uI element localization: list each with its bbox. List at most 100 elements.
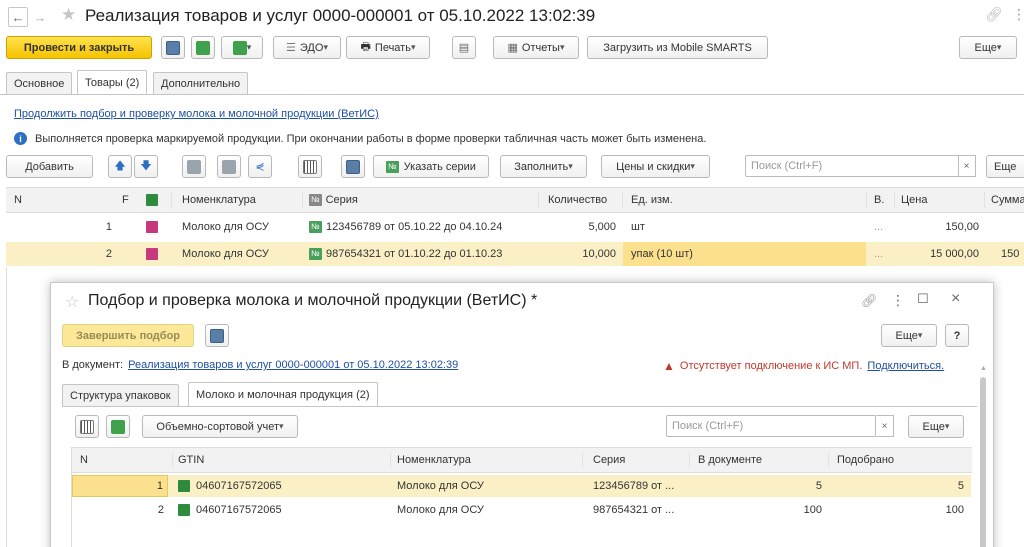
row-unit[interactable]: упак (10 шт) <box>623 242 866 266</box>
row-gtin-icon <box>178 499 192 521</box>
post-button[interactable] <box>191 36 215 59</box>
more-vertical-icon[interactable]: ⋮ <box>891 292 905 309</box>
col-price[interactable]: Цена <box>901 188 981 212</box>
dialog-search-input[interactable]: Поиск (Ctrl+F) <box>666 415 876 437</box>
marking-icon <box>146 194 158 206</box>
close-icon: × <box>881 420 888 432</box>
finish-picking-button[interactable]: Завершить подбор <box>62 324 194 347</box>
close-icon[interactable]: × <box>951 290 960 308</box>
reports-button[interactable]: ▦ Отчеты <box>493 36 579 59</box>
forward-button[interactable]: → <box>30 7 50 27</box>
close-icon: × <box>963 160 970 172</box>
col-qty[interactable]: Количество <box>548 188 618 212</box>
fill-button[interactable]: Заполнить <box>500 155 587 178</box>
connect-link[interactable]: Подключиться. <box>867 360 944 372</box>
col-unit[interactable]: Ед. изм. <box>631 188 731 212</box>
accounting-mode-button[interactable]: Объемно-сортовой учет <box>142 415 298 438</box>
arrow-right-icon: → <box>33 9 47 25</box>
tab-package-structure[interactable]: Структура упаковок <box>62 384 179 406</box>
row-gtin: 04607167572065 <box>196 504 282 516</box>
continue-picking-link[interactable]: Продолжить подбор и проверку молока и мо… <box>14 108 379 120</box>
info-text: Выполняется проверка маркируемой продукц… <box>35 132 707 145</box>
save-icon <box>166 40 180 55</box>
tab-additional[interactable]: Дополнительно <box>153 72 249 94</box>
row-v: ... <box>874 248 884 260</box>
link-icon[interactable]: 🔗︎ <box>861 293 878 309</box>
col-nomenclature[interactable]: Номенклатура <box>182 188 297 212</box>
row-price: 150,00 <box>945 221 979 233</box>
gtin-icon <box>178 480 190 492</box>
row-unit: шт <box>631 221 645 233</box>
save-button[interactable] <box>161 36 185 59</box>
tab-goods[interactable]: Товары (2) <box>77 70 148 94</box>
dialog-save-button[interactable] <box>205 324 229 347</box>
share-button[interactable]: ⋞ <box>248 155 272 178</box>
row-n[interactable]: 1 <box>72 475 168 497</box>
col-series[interactable]: № Серия <box>309 188 529 212</box>
help-button[interactable]: ? <box>945 324 969 347</box>
maximize-icon[interactable]: ☐ <box>917 291 929 307</box>
dialog-scan-button[interactable] <box>106 415 130 438</box>
favorite-star-icon[interactable]: ★ <box>61 5 76 25</box>
goods-more-button[interactable]: Еще <box>986 155 1024 178</box>
row-mark <box>146 216 160 238</box>
table-row[interactable]: 1 04607167572065 Молоко для ОСУ 12345678… <box>72 475 971 497</box>
favorite-star-icon[interactable]: ☆ <box>65 292 79 312</box>
dialog-scrollbar[interactable]: ▲ <box>979 365 987 547</box>
set-series-button[interactable]: № Указать серии <box>373 155 489 178</box>
col-n[interactable]: N <box>80 448 110 472</box>
table-row[interactable]: 2 04607167572065 Молоко для ОСУ 98765432… <box>72 499 971 521</box>
dialog-barcode-button[interactable] <box>75 415 99 438</box>
link-icon[interactable]: 🔗︎ <box>985 6 1003 23</box>
goods-search-clear-button[interactable]: × <box>958 155 976 177</box>
move-down-button[interactable]: 🡇 <box>134 155 158 178</box>
post-and-close-button[interactable]: Провести и закрыть <box>6 36 152 59</box>
prices-discounts-button[interactable]: Цены и скидки <box>601 155 710 178</box>
check-button[interactable] <box>341 155 365 178</box>
row-series-icon: № <box>309 216 323 238</box>
scroll-up-icon[interactable]: ▲ <box>980 365 987 372</box>
dialog-search-clear-button[interactable]: × <box>876 415 894 437</box>
col-v[interactable]: В. <box>874 188 894 212</box>
col-gtin[interactable]: GTIN <box>178 448 298 472</box>
table-row[interactable]: 2 Молоко для ОСУ № 987654321 от 01.10.22… <box>6 242 1024 266</box>
row-in-document: 5 <box>815 480 822 492</box>
print-button[interactable]: 🖶︎ Печать <box>346 36 430 59</box>
scrollbar-thumb[interactable] <box>980 377 986 547</box>
back-button[interactable]: ← <box>8 7 28 27</box>
reports-label: Отчеты <box>521 41 560 54</box>
create-based-button[interactable] <box>221 36 263 59</box>
row-sum: 150 <box>1001 248 1020 260</box>
edo-button[interactable]: ☰ ЭДО <box>273 36 341 59</box>
row-n: 2 <box>105 248 112 260</box>
col-in-document[interactable]: В документе <box>698 448 798 472</box>
col-f[interactable]: F <box>122 188 136 212</box>
add-button[interactable]: Добавить <box>6 155 93 178</box>
col-n[interactable]: N <box>14 188 44 212</box>
copy-button[interactable] <box>182 155 206 178</box>
tab-milk-products[interactable]: Молоко и молочная продукция (2) <box>188 382 378 406</box>
row-in-document: 100 <box>803 504 822 516</box>
dialog-title: Подбор и проверка молока и молочной прод… <box>88 292 538 309</box>
col-picked[interactable]: Подобрано <box>837 448 937 472</box>
col-nomenclature[interactable]: Номенклатура <box>397 448 547 472</box>
move-up-button[interactable]: 🡅 <box>108 155 132 178</box>
doc-link[interactable]: Реализация товаров и услуг 0000-000001 о… <box>128 359 458 371</box>
more-vertical-icon[interactable]: ⋮ <box>1012 6 1024 23</box>
col-mark[interactable] <box>146 188 160 212</box>
connection-warning: ▲ Отсутствует подключение к ИС МП. Подкл… <box>663 359 944 373</box>
goods-search-input[interactable]: Поиск (Ctrl+F) <box>745 155 959 177</box>
tab-main[interactable]: Основное <box>6 72 73 94</box>
barcode-button[interactable] <box>298 155 322 178</box>
more-button[interactable]: Еще <box>959 36 1017 59</box>
table-row[interactable]: 1 Молоко для ОСУ № 123456789 от 05.10.22… <box>6 216 1024 238</box>
dialog-table-more-button[interactable]: Еще <box>908 415 964 438</box>
dialog-more-button[interactable]: Еще <box>881 324 937 347</box>
tabs-divider <box>0 94 1024 95</box>
paste-button[interactable] <box>217 155 241 178</box>
col-series[interactable]: Серия <box>593 448 673 472</box>
col-sum[interactable]: Сумма <box>991 188 1024 212</box>
structure-button[interactable]: ▤ <box>452 36 476 59</box>
load-mobile-smarts-button[interactable]: Загрузить из Mobile SMARTS <box>587 36 768 59</box>
print-label: Печать <box>374 41 411 54</box>
